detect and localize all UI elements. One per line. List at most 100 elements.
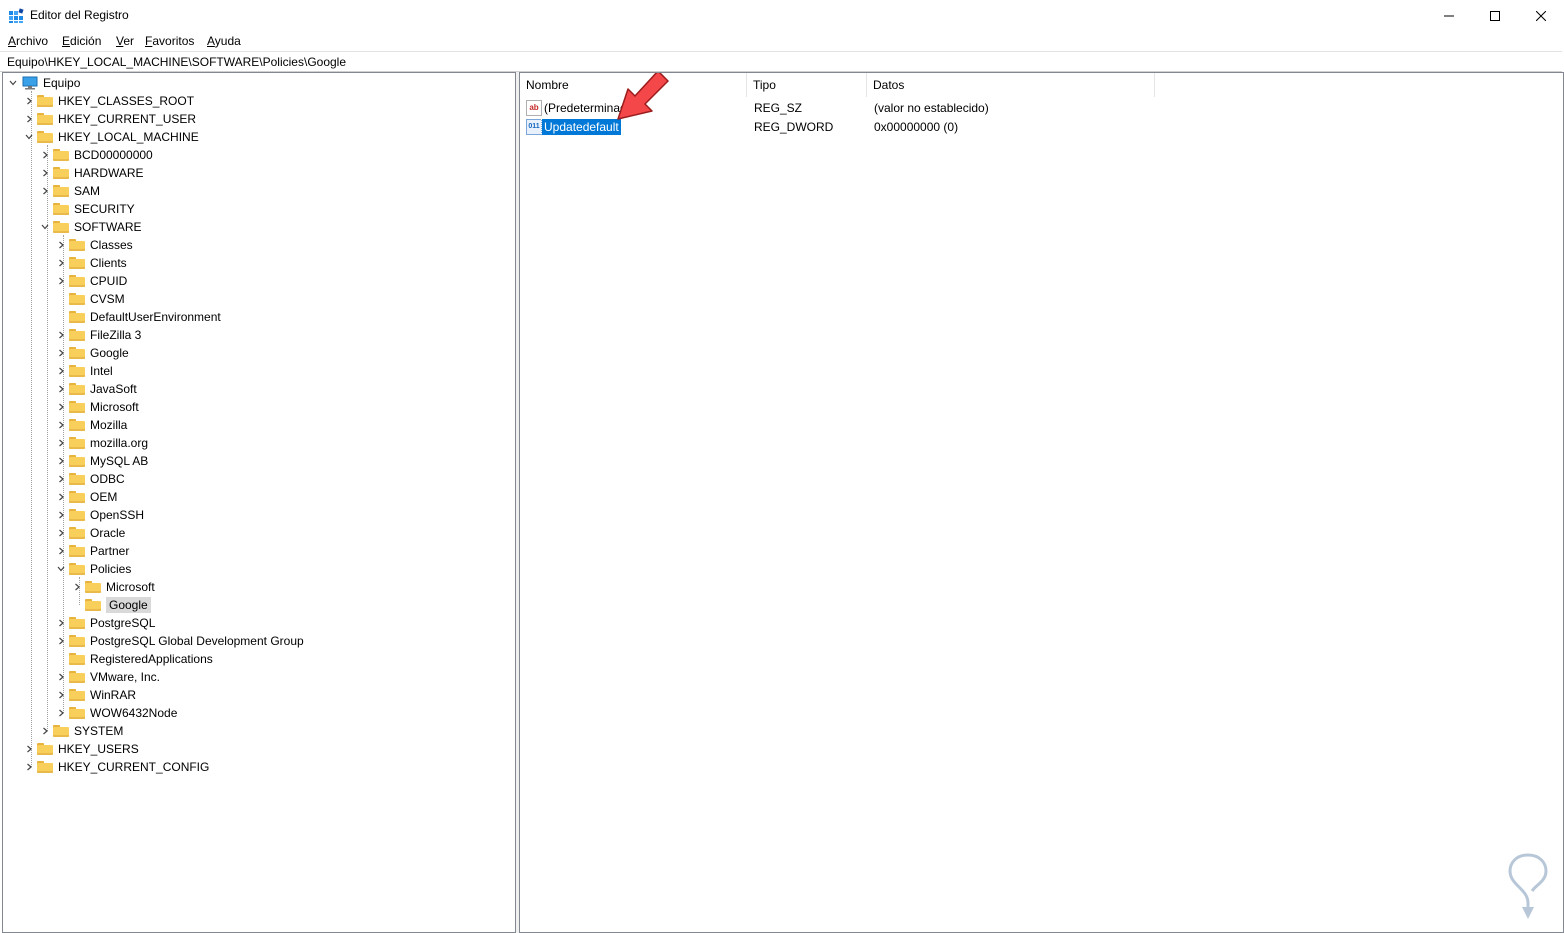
chevron-right-icon[interactable] [55, 236, 67, 254]
tree-item-registeredapplications[interactable]: RegisteredApplications [55, 650, 216, 668]
chevron-right-icon[interactable] [55, 524, 67, 542]
tree-item-mysql[interactable]: MySQL AB [55, 452, 151, 470]
menu-edicion[interactable]: Edición [62, 34, 101, 48]
tree-item-javasoft[interactable]: JavaSoft [55, 380, 140, 398]
chevron-right-icon[interactable] [71, 578, 83, 596]
chevron-right-icon[interactable] [55, 398, 67, 416]
maximize-button[interactable] [1472, 0, 1518, 32]
chevron-right-icon[interactable] [55, 434, 67, 452]
tree-item-openssh[interactable]: OpenSSH [55, 506, 147, 524]
chevron-right-icon[interactable] [39, 146, 51, 164]
key-tree[interactable]: Equipo HKEY_CLASSES_ROOT HKEY_CURRENT_US… [2, 72, 516, 933]
chevron-right-icon[interactable] [55, 506, 67, 524]
tree-item-filezilla[interactable]: FileZilla 3 [55, 326, 144, 344]
tree-item-google[interactable]: Google [55, 344, 132, 362]
close-icon [1536, 11, 1546, 21]
chevron-right-icon[interactable] [39, 182, 51, 200]
column-header-data[interactable]: Datos [867, 73, 1155, 97]
tree-item-policies[interactable]: Policies [55, 560, 134, 578]
values-list[interactable]: Nombre Tipo Datos ab (Predeterminado) RE… [519, 72, 1564, 933]
chevron-right-icon[interactable] [23, 92, 35, 110]
menu-archivo[interactable]: Archivo [8, 34, 48, 48]
registry-editor-icon [9, 8, 24, 23]
tree-item-hkcr[interactable]: HKEY_CLASSES_ROOT [23, 92, 197, 110]
menu-favoritos[interactable]: Favoritos [145, 34, 194, 48]
chevron-down-icon[interactable] [39, 218, 51, 236]
folder-icon [69, 707, 85, 719]
chevron-right-icon[interactable] [55, 704, 67, 722]
tree-item-mozilla[interactable]: Mozilla [55, 416, 130, 434]
menu-ayuda[interactable]: Ayuda [207, 34, 241, 48]
tree-item-hku[interactable]: HKEY_USERS [23, 740, 142, 758]
tree-item-oracle[interactable]: Oracle [55, 524, 128, 542]
chevron-right-icon[interactable] [55, 668, 67, 686]
tree-item-mozilla-org[interactable]: mozilla.org [55, 434, 151, 452]
chevron-right-icon[interactable] [23, 758, 35, 776]
folder-icon [69, 257, 85, 269]
menu-label: rchivo [16, 34, 49, 48]
chevron-right-icon[interactable] [23, 740, 35, 758]
tree-item-cpuid[interactable]: CPUID [55, 272, 130, 290]
tree-item-odbc[interactable]: ODBC [55, 470, 128, 488]
tree-item-classes[interactable]: Classes [55, 236, 136, 254]
tree-label: CPUID [90, 274, 128, 288]
tree-item-intel[interactable]: Intel [55, 362, 116, 380]
chevron-right-icon[interactable] [55, 344, 67, 362]
menu-bar: Archivo Edición Ver Favoritos Ayuda [0, 32, 1564, 51]
column-header-type[interactable]: Tipo [747, 73, 867, 97]
chevron-right-icon[interactable] [55, 452, 67, 470]
chevron-right-icon[interactable] [55, 470, 67, 488]
tree-item-postgresql-global[interactable]: PostgreSQL Global Development Group [55, 632, 307, 650]
chevron-right-icon[interactable] [55, 380, 67, 398]
chevron-right-icon[interactable] [55, 326, 67, 344]
tree-item-vmware[interactable]: VMware, Inc. [55, 668, 163, 686]
chevron-right-icon[interactable] [55, 362, 67, 380]
value-type: REG_DWORD [754, 120, 834, 134]
tree-item-system[interactable]: SYSTEM [39, 722, 126, 740]
tree-item-hkcc[interactable]: HKEY_CURRENT_CONFIG [23, 758, 212, 776]
chevron-right-icon[interactable] [55, 488, 67, 506]
chevron-right-icon[interactable] [23, 110, 35, 128]
tree-item-hardware[interactable]: HARDWARE [39, 164, 147, 182]
tree-item-security[interactable]: SECURITY [39, 200, 138, 218]
window-title: Editor del Registro [30, 8, 129, 22]
chevron-right-icon[interactable] [55, 686, 67, 704]
chevron-down-icon[interactable] [23, 128, 35, 146]
close-button[interactable] [1518, 0, 1564, 32]
tree-label: SAM [74, 184, 101, 198]
tree-item-policies-microsoft[interactable]: Microsoft [71, 578, 158, 596]
tree-item-hkcu[interactable]: HKEY_CURRENT_USER [23, 110, 199, 128]
tree-item-winrar[interactable]: WinRAR [55, 686, 139, 704]
tree-item-policies-google[interactable]: Google [71, 596, 151, 614]
chevron-down-icon[interactable] [55, 560, 67, 578]
tree-item-hklm[interactable]: HKEY_LOCAL_MACHINE [23, 128, 202, 146]
tree-item-oem[interactable]: OEM [55, 488, 120, 506]
tree-item-postgresql[interactable]: PostgreSQL [55, 614, 158, 632]
chevron-right-icon[interactable] [55, 542, 67, 560]
tree-item-sam[interactable]: SAM [39, 182, 103, 200]
address-bar[interactable]: Equipo\HKEY_LOCAL_MACHINE\SOFTWARE\Polic… [0, 51, 1562, 72]
chevron-right-icon[interactable] [55, 416, 67, 434]
tree-item-software[interactable]: SOFTWARE [39, 218, 145, 236]
tree-item-clients[interactable]: Clients [55, 254, 130, 272]
chevron-right-icon[interactable] [55, 632, 67, 650]
chevron-down-icon[interactable] [7, 74, 19, 92]
tree-item-wow6432node[interactable]: WOW6432Node [55, 704, 180, 722]
tree-item-partner[interactable]: Partner [55, 542, 132, 560]
tree-item-defaultuserenvironment[interactable]: DefaultUserEnvironment [55, 308, 224, 326]
minimize-button[interactable] [1426, 0, 1472, 32]
watermark-logo-icon [1508, 853, 1548, 919]
chevron-right-icon[interactable] [55, 614, 67, 632]
chevron-right-icon[interactable] [39, 722, 51, 740]
chevron-right-icon[interactable] [55, 254, 67, 272]
tree-item-bcd[interactable]: BCD00000000 [39, 146, 156, 164]
tree-item-cvsm[interactable]: CVSM [55, 290, 128, 308]
tree-item-equipo[interactable]: Equipo [7, 74, 83, 92]
tree-label: Clients [90, 256, 127, 270]
chevron-right-icon[interactable] [39, 164, 51, 182]
menu-ver[interactable]: Ver [116, 34, 134, 48]
tree-item-microsoft[interactable]: Microsoft [55, 398, 142, 416]
chevron-right-icon[interactable] [55, 272, 67, 290]
folder-icon [69, 293, 85, 305]
